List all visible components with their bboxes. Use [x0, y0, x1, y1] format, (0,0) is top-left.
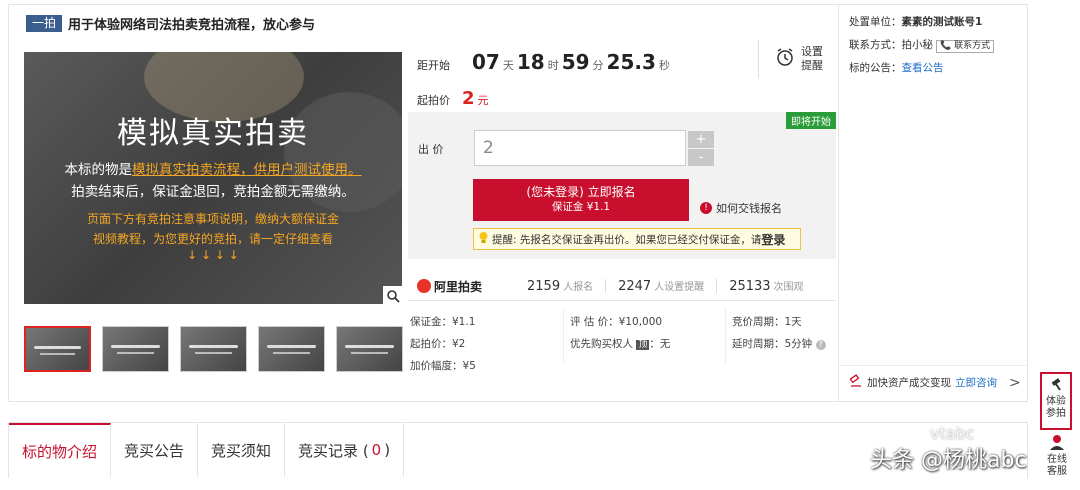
- page-title: 用于体验网络司法拍卖竞拍流程，放心参与: [68, 17, 316, 33]
- consult-banner[interactable]: 加快资产成交变现 立即咨询 >: [839, 365, 1028, 399]
- chevron-right-icon: >: [1009, 374, 1021, 391]
- tab-auction-rules[interactable]: 竞买须知: [198, 423, 286, 477]
- gavel-icon: [1049, 378, 1063, 395]
- estimate-info: 评 估 价：¥10,000: [570, 316, 663, 328]
- consult-now-link[interactable]: 立即咨询: [955, 375, 997, 390]
- bid-record-count: 0: [371, 441, 382, 459]
- countdown-hours: 18: [516, 50, 545, 74]
- thumbnail-4[interactable]: [258, 326, 325, 372]
- hero-highlight: 模拟真实拍卖流程，供用户测试使用。: [132, 162, 362, 178]
- priority-info: 优先购买权人 顶：无: [570, 338, 671, 350]
- reminder-count: 2247 人设置提醒: [618, 279, 705, 294]
- disposal-unit: 处置单位：素素的测试账号1: [849, 16, 983, 28]
- thumbnail-3[interactable]: [180, 326, 247, 372]
- title-row: 一拍 用于体验网络司法拍卖竞拍流程，放心参与: [26, 13, 315, 33]
- delay-info: 延时周期：5分钟 ?: [732, 336, 826, 351]
- hero-heading: 模拟真实拍卖: [117, 116, 309, 151]
- tab-item-intro[interactable]: 标的物介绍: [9, 423, 112, 477]
- bid-label: 出 价: [418, 143, 444, 156]
- period-info: 竞价周期：1天: [732, 316, 802, 328]
- hero-line-3: 页面下方有竞拍注意事项说明，缴纳大额保证金: [86, 212, 339, 226]
- seller-info-panel: 处置单位：素素的测试账号1 联系方式：拍小秘 📞 联系方式 标的公告：查看公告 加…: [838, 5, 1028, 401]
- deposit-reminder: 提醒: 先报名交保证金再出价。如果您已经交付保证金，请 登录: [473, 228, 801, 250]
- hero-arrows: ↓ ↓ ↓ ↓: [187, 248, 239, 262]
- status-badge: 即将开始: [786, 112, 836, 129]
- signup-count: 2159 人报名: [527, 279, 594, 294]
- view-notice-link[interactable]: 查看公告: [902, 62, 944, 74]
- contact-button[interactable]: 📞 联系方式: [936, 40, 995, 53]
- hero-line-4: 视频教程，为您更好的竞拍，请一定仔细查看: [92, 232, 333, 246]
- thumbnail-2[interactable]: [102, 326, 169, 372]
- experience-auction-button[interactable]: 体验 参拍: [1040, 372, 1072, 430]
- increment-info: 加价幅度：¥5: [410, 360, 476, 372]
- hero-image[interactable]: 模拟真实拍卖 本标的物是模拟真实拍卖流程，供用户测试使用。 拍卖结束后，保证金退…: [24, 52, 402, 304]
- watermark-sub: vtabc: [930, 424, 975, 443]
- tab-auction-notice[interactable]: 竞买公告: [111, 423, 199, 477]
- countdown-days: 07: [472, 50, 500, 74]
- tab-bid-records[interactable]: 竞买记录 (0): [285, 423, 405, 477]
- priority-badge: 顶: [636, 340, 650, 350]
- bid-panel: 即将开始 出 价 2 + - (您未登录) 立即报名 保证金 ¥1.1 ! 如何…: [408, 112, 836, 259]
- how-to-pay-link[interactable]: ! 如何交钱报名: [700, 200, 782, 216]
- decrease-bid-button[interactable]: -: [688, 149, 714, 166]
- auction-stats: 阿里拍卖 2159 人报名 2247 人设置提醒 25133 次围观: [417, 276, 831, 296]
- deposit-info: 保证金：¥1.1: [410, 316, 476, 328]
- start-price-value: 2: [462, 88, 475, 109]
- start-price: 起拍价 2 元: [417, 88, 489, 109]
- increase-bid-button[interactable]: +: [688, 131, 714, 148]
- watermark: 头条 @杨桃abc: [870, 448, 1027, 473]
- alibaba-auction-logo: 阿里拍卖: [417, 278, 527, 295]
- auction-page: 一拍 用于体验网络司法拍卖竞拍流程，放心参与 模拟真实拍卖 本标的物是模拟真实拍…: [0, 0, 1080, 490]
- countdown-label: 距开始: [417, 59, 450, 72]
- lightbulb-icon: [478, 231, 489, 247]
- auction-logo-icon: [417, 279, 431, 293]
- bid-amount-input[interactable]: 2: [474, 130, 686, 166]
- start-price-info: 起拍价：¥2: [410, 338, 466, 350]
- countdown: 距开始 07 天 18 时 59 分 25.3 秒: [417, 50, 670, 74]
- login-link[interactable]: 登录: [761, 231, 785, 248]
- countdown-minutes: 59: [561, 50, 590, 74]
- hero-line-1: 本标的物是模拟真实拍卖流程，供用户测试使用。: [64, 162, 362, 178]
- avatar: [1049, 435, 1065, 453]
- auction-type-tag: 一拍: [26, 14, 63, 32]
- thumbnail-strip: [24, 326, 403, 372]
- thumbnail-1[interactable]: [24, 326, 91, 372]
- alarm-clock-icon: [775, 47, 795, 71]
- set-reminder-button[interactable]: 设置 提醒: [758, 40, 830, 78]
- gavel-icon: [849, 374, 863, 391]
- signup-button[interactable]: (您未登录) 立即报名 保证金 ¥1.1: [473, 179, 689, 221]
- online-service-button[interactable]: 在线 客服: [1042, 434, 1072, 484]
- zoom-icon[interactable]: [383, 286, 403, 306]
- help-icon[interactable]: ?: [815, 340, 826, 350]
- view-count: 25133 次围观: [729, 279, 804, 294]
- countdown-seconds: 25.3: [606, 50, 656, 74]
- hero-line-2: 拍卖结束后，保证金退回，竞拍金额无需缴纳。: [71, 184, 355, 200]
- contact-info: 联系方式：拍小秘 📞 联系方式: [849, 37, 995, 53]
- thumbnail-5[interactable]: [336, 326, 403, 372]
- notice-info: 标的公告：查看公告: [849, 62, 944, 74]
- info-icon: !: [700, 202, 712, 214]
